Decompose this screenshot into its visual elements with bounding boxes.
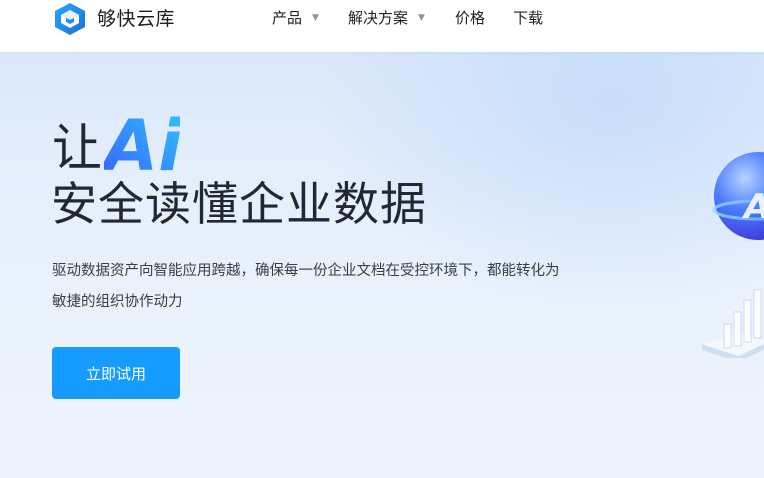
ai-sphere-icon: Ai — [712, 152, 764, 240]
nav-solutions-label: 解决方案 — [348, 9, 409, 27]
headline-line-2: 安全读懂企业数据 — [51, 177, 427, 231]
box-cube-logo-icon[interactable] — [52, 1, 88, 37]
chevron-down-icon: ▼ — [312, 13, 319, 23]
sphere-ai-text: Ai — [741, 187, 764, 227]
nav-solutions[interactable]: 解决方案 ▼ — [348, 8, 425, 28]
nav-download-label: 下载 — [513, 9, 544, 27]
nav-pricing[interactable]: 价格 — [455, 8, 485, 28]
brand-name[interactable]: 够快云库 — [97, 7, 175, 31]
try-now-button[interactable]: 立即试用 — [52, 347, 180, 399]
top-navbar: 够快云库 产品 ▼ 解决方案 ▼ 价格 下载 — [0, 0, 764, 52]
nav-products-label: 产品 — [272, 9, 303, 27]
nav-pricing-label: 价格 — [455, 9, 486, 27]
chevron-down-icon: ▼ — [418, 13, 425, 23]
ai-wordmark-text: Ai — [104, 110, 180, 176]
headline-line-1: 让 Ai — [52, 110, 180, 176]
bar-chart-icon — [702, 289, 764, 358]
hero-description: 驱动数据资产向智能应用跨越，确保每一份企业文档在受控环境下，都能转化为敏捷的组织… — [52, 263, 560, 310]
headline-prefix: 让 — [52, 119, 102, 177]
nav-download[interactable]: 下载 — [513, 8, 543, 28]
nav-products[interactable]: 产品 ▼ — [272, 8, 319, 28]
ai-wordmark: Ai — [104, 110, 180, 176]
